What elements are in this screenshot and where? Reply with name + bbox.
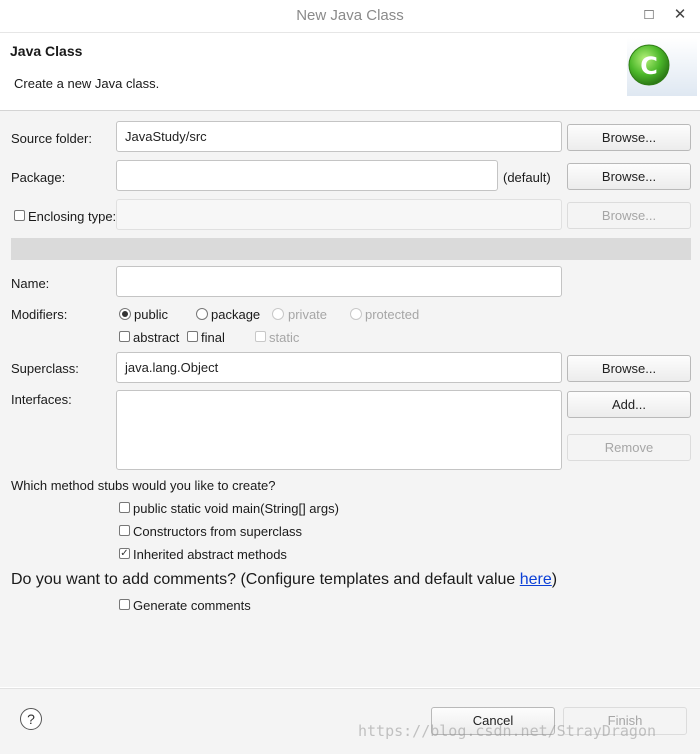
modifier-final-checkbox[interactable] <box>187 331 198 342</box>
help-icon[interactable]: ? <box>20 708 42 730</box>
interfaces-label: Interfaces: <box>11 392 72 407</box>
modifier-package-radio[interactable] <box>196 308 208 320</box>
superclass-browse-button[interactable]: Browse... <box>567 355 691 382</box>
stub-constructors-checkbox[interactable] <box>119 525 130 536</box>
enclosing-type-checkbox[interactable] <box>14 210 25 221</box>
stub-main-label: public static void main(String[] args) <box>133 501 339 516</box>
modifier-protected-radio[interactable] <box>350 308 362 320</box>
stub-inherited-label: Inherited abstract methods <box>133 547 287 562</box>
enclosing-type-browse-button[interactable]: Browse... <box>567 202 691 229</box>
interfaces-add-button[interactable]: Add... <box>567 391 691 418</box>
enclosing-type-label: Enclosing type: <box>28 209 117 224</box>
enclosing-type-input[interactable] <box>116 199 562 230</box>
name-input[interactable] <box>116 266 562 297</box>
superclass-input[interactable]: java.lang.Object <box>116 352 562 383</box>
watermark: https://blog.csdn.net/StrayDragon <box>358 722 657 740</box>
interfaces-list[interactable] <box>116 390 562 470</box>
method-stubs-question: Which method stubs would you like to cre… <box>11 478 276 493</box>
section-separator <box>11 238 691 260</box>
comments-question-suffix: ) <box>551 571 558 588</box>
package-label: Package: <box>11 170 66 185</box>
modifier-private-label: private <box>288 307 328 322</box>
modifier-abstract-checkbox[interactable] <box>119 331 130 342</box>
package-browse-button[interactable]: Browse... <box>567 163 691 190</box>
modifier-static-label: static <box>269 330 300 345</box>
maximize-icon[interactable]: □ <box>637 4 661 26</box>
comments-question-text: Do you want to add comments? (Configure … <box>11 571 520 588</box>
page-title: Java Class <box>10 43 83 59</box>
generate-comments-checkbox[interactable] <box>119 599 130 610</box>
package-default-hint: (default) <box>503 170 551 185</box>
stub-inherited-checkbox[interactable]: ✓ <box>119 548 130 559</box>
java-class-logo-icon: C <box>627 38 697 96</box>
modifier-static-checkbox[interactable] <box>255 331 266 342</box>
page-description: Create a new Java class. <box>14 76 160 91</box>
interfaces-remove-button[interactable]: Remove <box>567 434 691 461</box>
modifier-final-label: final <box>201 330 225 345</box>
source-folder-label: Source folder: <box>11 131 92 146</box>
configure-templates-link[interactable]: here <box>520 571 552 588</box>
modifier-public-radio[interactable] <box>119 308 131 320</box>
window-title: New Java Class <box>296 7 404 24</box>
comments-question: Do you want to add comments? (Configure … <box>11 571 557 589</box>
modifier-abstract-label: abstract <box>133 330 180 345</box>
modifier-public-label: public <box>134 307 168 322</box>
close-icon[interactable]: ✕ <box>668 4 692 26</box>
modifiers-label: Modifiers: <box>11 307 68 322</box>
svg-text:C: C <box>640 52 658 80</box>
source-folder-input[interactable]: JavaStudy/src <box>116 121 562 152</box>
modifier-package-label: package <box>211 307 261 322</box>
modifier-private-radio[interactable] <box>272 308 284 320</box>
superclass-label: Superclass: <box>11 361 79 376</box>
generate-comments-label: Generate comments <box>133 598 251 613</box>
name-label: Name: <box>11 276 50 291</box>
source-folder-browse-button[interactable]: Browse... <box>567 124 691 151</box>
dialog-header <box>0 33 700 111</box>
stub-constructors-label: Constructors from superclass <box>133 524 303 539</box>
package-input[interactable] <box>116 160 498 191</box>
modifier-protected-label: protected <box>365 307 420 322</box>
stub-main-checkbox[interactable] <box>119 502 130 513</box>
